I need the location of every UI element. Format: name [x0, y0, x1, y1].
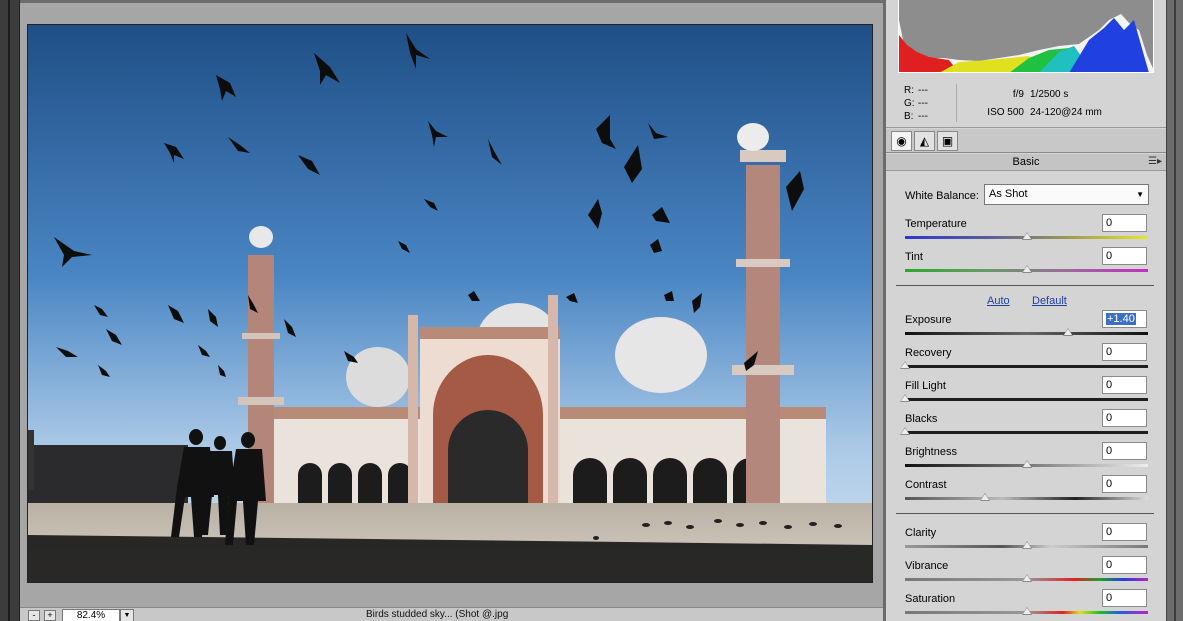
slider-value-field[interactable]: 0: [1102, 556, 1147, 574]
slider-blacks: Blacks 0: [886, 409, 1166, 439]
status-bar: - + 82.4% ▼ Birds studded sky... (Shot @…: [20, 607, 883, 621]
slider-value-field[interactable]: 0: [1102, 475, 1147, 493]
zoom-dropdown-button[interactable]: ▼: [120, 609, 134, 621]
r-value: ---: [918, 85, 928, 96]
tab-basic[interactable]: ◉: [891, 131, 912, 151]
default-link[interactable]: Default: [1032, 295, 1067, 307]
right-window-edge: [1166, 0, 1183, 621]
white-balance-label: White Balance:: [905, 190, 979, 202]
left-toolbar-strip: [0, 0, 20, 621]
slider-track[interactable]: [905, 431, 1148, 434]
slider-thumb[interactable]: [900, 427, 910, 435]
rgb-readout: R: --- G: --- B: ---: [904, 84, 928, 123]
slider-fill-light: Fill Light 0: [886, 376, 1166, 406]
slider-value-field[interactable]: 0: [1102, 589, 1147, 607]
zoom-in-button[interactable]: +: [44, 610, 56, 621]
tab-tone-curve[interactable]: ◭: [914, 131, 935, 151]
preview-photo[interactable]: [27, 24, 873, 583]
slider-label: Recovery: [905, 347, 952, 359]
slider-thumb[interactable]: [1021, 265, 1032, 273]
slider-value-field[interactable]: 0: [1102, 523, 1147, 541]
slider-thumb[interactable]: [1021, 232, 1032, 240]
b-label: B:: [904, 111, 914, 122]
slider-track[interactable]: [905, 497, 1148, 500]
auto-link[interactable]: Auto: [987, 295, 1010, 307]
iso-value: ISO 500: [987, 107, 1024, 118]
slider-clarity: Clarity 0: [886, 523, 1166, 553]
image-info: R: --- G: --- B: --- f/9 1/2500 s ISO 500 24-…: [886, 78, 1166, 128]
camera-raw-window: - + 82.4% ▼ Birds studded sky... (Shot @…: [0, 0, 1183, 621]
histogram: [898, 0, 1154, 73]
zoom-out-button[interactable]: -: [28, 610, 40, 621]
slider-thumb[interactable]: [1021, 607, 1032, 615]
divider: [896, 513, 1154, 514]
slider-label: Brightness: [905, 446, 957, 458]
aperture-value: f/9: [1012, 89, 1024, 100]
aperture-icon: ◉: [896, 134, 907, 148]
camera-icon: ▣: [941, 134, 954, 148]
slider-thumb[interactable]: [900, 394, 910, 402]
slider-label: Tint: [905, 251, 923, 263]
adjustment-panel: R: --- G: --- B: --- f/9 1/2500 s ISO 500 24-…: [883, 0, 1166, 621]
info-divider: [956, 84, 957, 122]
chevron-down-icon: ▼: [123, 612, 131, 619]
white-balance-value: As Shot: [989, 188, 1028, 200]
basic-controls: White Balance: As Shot ▼ Temperature 0 T…: [886, 172, 1166, 621]
zoom-level-field[interactable]: 82.4%: [62, 609, 120, 621]
panel-tabs: ◉ ◭ ▣: [886, 129, 1166, 153]
panel-title-text: Basic: [1012, 156, 1040, 168]
slider-thumb[interactable]: [980, 493, 991, 501]
file-name-label: Birds studded sky... (Shot @.jpg: [366, 609, 509, 620]
slider-value-field[interactable]: 0: [1102, 376, 1147, 394]
slider-label: Saturation: [905, 593, 956, 605]
slider-label: Contrast: [905, 479, 947, 491]
tone-curve-icon: ◭: [919, 134, 930, 148]
chevron-down-icon: ▼: [1136, 190, 1144, 199]
g-value: ---: [918, 98, 928, 109]
r-label: R:: [904, 85, 914, 96]
slider-brightness: Brightness 0: [886, 442, 1166, 472]
slider-value-field[interactable]: 0: [1102, 442, 1147, 460]
g-label: G:: [904, 98, 915, 109]
slider-track[interactable]: [905, 365, 1148, 368]
slider-track[interactable]: [905, 332, 1148, 335]
slider-label: Fill Light: [905, 380, 946, 392]
slider-value-field[interactable]: 0: [1102, 214, 1147, 232]
shutter-value: 1/2500 s: [1030, 89, 1069, 100]
panel-menu-icon[interactable]: ☰▸: [1148, 154, 1162, 170]
panel-title: Basic ☰▸: [886, 154, 1166, 171]
slider-recovery: Recovery 0: [886, 343, 1166, 373]
b-value: ---: [918, 111, 928, 122]
slider-thumb[interactable]: [1021, 574, 1032, 582]
tab-camera-calibration[interactable]: ▣: [937, 131, 958, 151]
slider-track[interactable]: [905, 398, 1148, 401]
slider-value-field[interactable]: 0: [1102, 247, 1147, 265]
slider-contrast: Contrast 0: [886, 475, 1166, 505]
image-preview-area: [20, 0, 883, 607]
slider-value-field[interactable]: 0: [1102, 343, 1147, 361]
slider-label: Exposure: [905, 314, 952, 326]
slider-value-field[interactable]: +1.40: [1102, 310, 1147, 328]
slider-thumb[interactable]: [1021, 460, 1032, 468]
slider-thumb[interactable]: [1021, 541, 1032, 549]
slider-thumb[interactable]: [900, 361, 910, 369]
slider-label: Blacks: [905, 413, 938, 425]
slider-tint: Tint 0: [886, 247, 1166, 277]
slider-vibrance: Vibrance 0: [886, 556, 1166, 586]
slider-label: Clarity: [905, 527, 937, 539]
white-balance-select[interactable]: As Shot ▼: [984, 184, 1149, 205]
slider-temperature: Temperature 0: [886, 214, 1166, 244]
slider-saturation: Saturation 0: [886, 589, 1166, 619]
slider-label: Vibrance: [905, 560, 949, 572]
lens-value: 24-120@24 mm: [1030, 107, 1102, 118]
slider-thumb[interactable]: [1062, 328, 1073, 336]
histogram-area: [886, 0, 1166, 78]
divider: [896, 285, 1154, 286]
slider-label: Temperature: [905, 218, 967, 230]
camera-settings: f/9 1/2500 s ISO 500 24-120@24 mm: [982, 86, 1102, 122]
selected-value: +1.40: [1106, 313, 1136, 325]
slider-value-field[interactable]: 0: [1102, 409, 1147, 427]
slider-exposure: Exposure +1.40: [886, 310, 1166, 340]
